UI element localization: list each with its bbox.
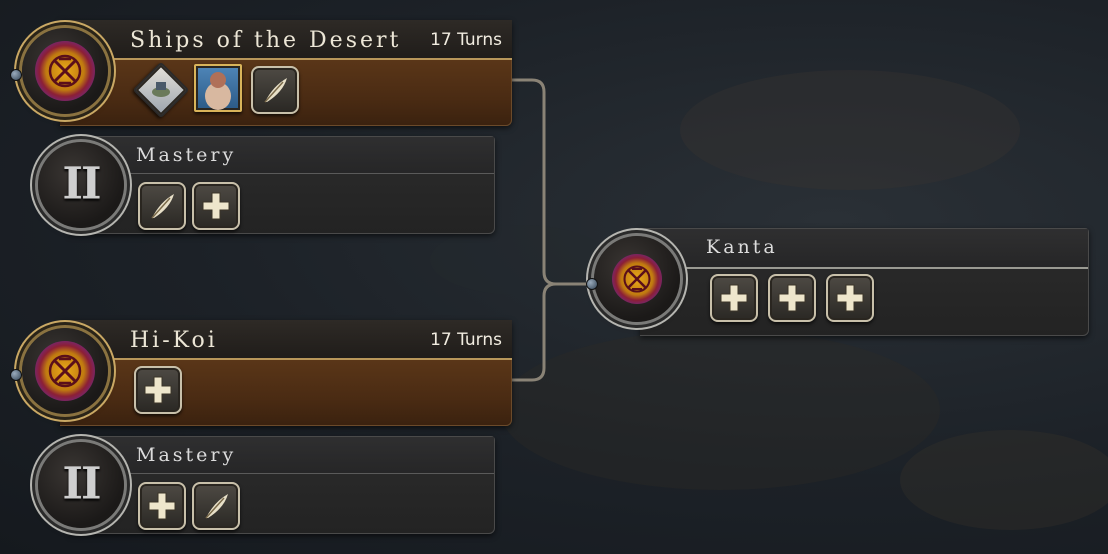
mastery-card[interactable]: Mastery II [0, 432, 500, 536]
turns-remaining: 17 Turns [430, 30, 502, 50]
plus-icon[interactable] [710, 274, 758, 322]
quill-icon[interactable] [192, 482, 240, 530]
card-panel: Hi-Koi 17 Turns [60, 320, 512, 426]
card-title: Mastery [136, 444, 237, 466]
card-title-bar [70, 137, 494, 174]
card-panel: Mastery [70, 136, 495, 234]
card-panel: Mastery [70, 436, 495, 534]
plus-icon[interactable] [138, 482, 186, 530]
mastery-medallion: II [38, 442, 124, 528]
civ-emblem-icon [35, 341, 95, 401]
mastery-medallion: II [38, 142, 124, 228]
mastery-level: II [62, 158, 101, 210]
plus-icon[interactable] [768, 274, 816, 322]
civic-card-hi-koi[interactable]: Hi-Koi 17 Turns [0, 300, 520, 430]
mastery-card[interactable]: Mastery II [0, 132, 500, 236]
card-title: Mastery [136, 144, 237, 166]
plus-icon[interactable] [192, 182, 240, 230]
card-title: Kanta [706, 236, 778, 258]
card-title-bar [70, 437, 494, 474]
civ-emblem-icon [612, 254, 662, 304]
civ-emblem-medallion [22, 328, 108, 414]
civic-card-kanta[interactable]: Kanta [580, 220, 1100, 340]
turns-remaining: 17 Turns [430, 330, 502, 350]
card-title: Ships of the Desert [130, 28, 402, 53]
card-body [60, 360, 512, 426]
connector-knob [586, 278, 598, 290]
civ-emblem-icon [35, 41, 95, 101]
quill-icon[interactable] [138, 182, 186, 230]
civ-emblem-medallion [22, 28, 108, 114]
mastery-level: II [62, 458, 101, 510]
plus-icon[interactable] [134, 366, 182, 414]
civ-emblem-medallion [594, 236, 680, 322]
connector-knob [10, 369, 22, 381]
plus-icon[interactable] [826, 274, 874, 322]
quill-icon[interactable] [251, 66, 299, 114]
civic-card-ships-of-the-desert[interactable]: Ships of the Desert 17 Turns [0, 0, 520, 130]
connector-knob [10, 69, 22, 81]
portrait-icon[interactable] [194, 64, 242, 112]
card-title: Hi-Koi [130, 328, 218, 353]
